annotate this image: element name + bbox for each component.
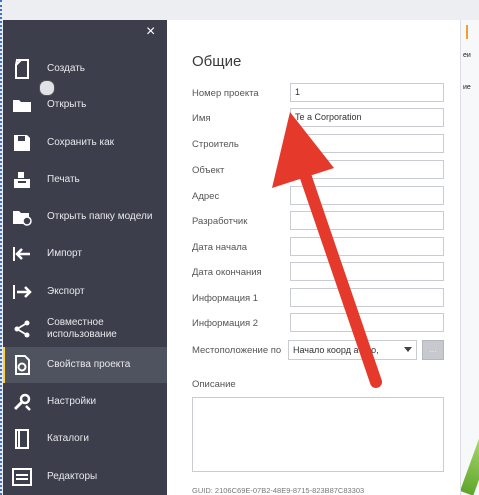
sidebar-item-catalogs[interactable]: Каталоги bbox=[3, 421, 167, 457]
accent-mark bbox=[466, 25, 468, 39]
name-field[interactable]: Te a Corporation bbox=[290, 108, 444, 127]
info-1-field[interactable] bbox=[290, 288, 444, 307]
sidebar-item-label: Экспорт bbox=[47, 286, 85, 297]
sidebar-item-label: Печать bbox=[47, 174, 80, 185]
field-label: Объект bbox=[192, 165, 225, 176]
browse-button[interactable]: ... bbox=[422, 340, 444, 360]
field-label: Разработчик bbox=[192, 216, 248, 227]
field-label: Имя bbox=[192, 113, 211, 124]
import-icon bbox=[11, 243, 33, 265]
sidebar-item-label: Открыть папку модели bbox=[47, 211, 153, 222]
field-label: Номер проекта bbox=[192, 88, 259, 99]
sidebar-item-label: Сохранить как bbox=[47, 137, 115, 148]
start-date-field[interactable] bbox=[290, 237, 444, 256]
background-text: еи bbox=[463, 52, 471, 59]
sidebar-item-print[interactable]: Печать bbox=[3, 162, 167, 198]
chevron-down-icon bbox=[404, 347, 412, 352]
field-label: Дата окончания bbox=[192, 267, 262, 278]
top-strip bbox=[0, 0, 479, 20]
export-icon bbox=[11, 281, 33, 303]
sidebar-item-save-as[interactable]: Сохранить как bbox=[3, 125, 167, 161]
sidebar-item-share[interactable]: Совместное использование bbox=[3, 311, 167, 347]
sidebar-item-label: Каталоги bbox=[47, 433, 89, 444]
developer-field[interactable] bbox=[290, 211, 444, 230]
editors-icon bbox=[11, 466, 33, 488]
field-label: Дата начала bbox=[192, 242, 248, 253]
background-model-shape bbox=[461, 439, 479, 495]
sidebar-item-label: Настройки bbox=[47, 396, 97, 407]
sidebar-item-settings[interactable]: Настройки bbox=[3, 384, 167, 420]
background-window-strip: еи ие bbox=[460, 20, 479, 495]
description-textarea[interactable] bbox=[192, 397, 444, 472]
folder-icon bbox=[11, 94, 33, 116]
sidebar-item-label: Совместное использование bbox=[47, 317, 117, 340]
background-text: ие bbox=[463, 84, 471, 91]
info-2-field[interactable] bbox=[290, 313, 444, 332]
sidebar-item-open-model-folder[interactable]: Открыть папку модели bbox=[3, 199, 167, 235]
sidebar-item-import[interactable]: Импорт bbox=[3, 236, 167, 272]
page-title: Общие bbox=[192, 53, 242, 70]
file-menu-sidebar: × Создать Открыть Сохранить как Печать О… bbox=[3, 20, 167, 495]
close-icon[interactable]: × bbox=[146, 23, 155, 41]
object-field[interactable] bbox=[290, 160, 444, 179]
location-select-value: Начало коорд ат мо, bbox=[293, 345, 379, 355]
sidebar-item-label: Открыть bbox=[47, 99, 87, 110]
end-date-field[interactable] bbox=[290, 262, 444, 281]
sidebar-item-new[interactable]: Создать bbox=[3, 51, 167, 87]
field-label: Строитель bbox=[192, 139, 239, 150]
builder-field[interactable] bbox=[290, 134, 444, 153]
sidebar-item-export[interactable]: Экспорт bbox=[3, 274, 167, 310]
sidebar-item-label: Редакторы bbox=[47, 471, 98, 482]
project-number-field[interactable]: 1 bbox=[290, 83, 444, 102]
save-icon bbox=[11, 132, 33, 154]
location-select[interactable]: Начало коорд ат мо, bbox=[288, 340, 417, 360]
catalogs-icon bbox=[11, 428, 33, 450]
settings-icon bbox=[11, 391, 33, 413]
field-label: Информация 1 bbox=[192, 293, 259, 304]
guid-text: GUID: 2106C69E-07B2-48E9-8715-823B87C833… bbox=[192, 486, 365, 495]
address-field[interactable] bbox=[290, 186, 444, 205]
open-model-folder-icon bbox=[11, 206, 33, 228]
project-properties-panel: Общие Номер проекта 1 Имя Te a Corporati… bbox=[167, 20, 460, 495]
sidebar-item-label: Импорт bbox=[47, 248, 82, 259]
sidebar-item-open[interactable]: Открыть bbox=[3, 87, 167, 123]
sidebar-item-editors[interactable]: Редакторы bbox=[3, 459, 167, 495]
print-icon bbox=[11, 169, 33, 191]
sidebar-item-label: Создать bbox=[47, 63, 86, 74]
selection-edge bbox=[0, 0, 2, 495]
active-marker bbox=[3, 347, 5, 383]
project-properties-icon bbox=[11, 354, 33, 376]
location-label: Местоположение по bbox=[192, 345, 282, 356]
field-label: Адрес bbox=[192, 191, 220, 202]
sidebar-item-label: Свойства проекта bbox=[47, 359, 131, 370]
description-label: Описание bbox=[192, 379, 236, 390]
field-label: Информация 2 bbox=[192, 318, 259, 329]
new-document-icon bbox=[11, 58, 33, 80]
sidebar-item-project-properties[interactable]: Свойства проекта bbox=[3, 347, 167, 383]
share-icon bbox=[11, 318, 33, 340]
